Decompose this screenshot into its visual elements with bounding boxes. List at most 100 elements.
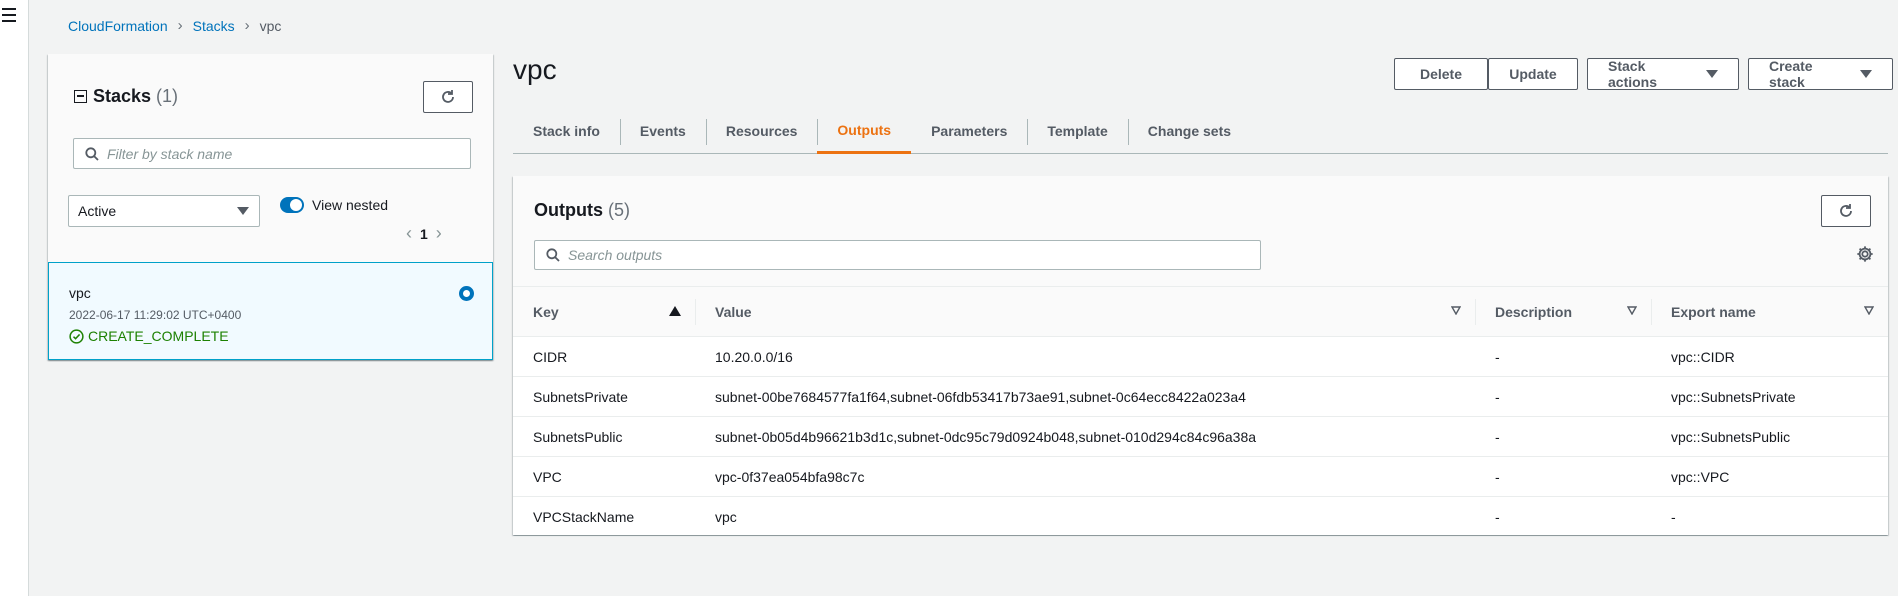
column-header-label: Description bbox=[1495, 303, 1573, 320]
table-row: SubnetsPrivate subnet-00be7684577fa1f64,… bbox=[513, 376, 1888, 417]
cell-description: - bbox=[1475, 456, 1651, 497]
tab-template[interactable]: Template bbox=[1027, 108, 1127, 154]
cell-export-name: vpc::VPC bbox=[1651, 456, 1888, 497]
column-header-label: Key bbox=[533, 303, 559, 320]
stack-list-item[interactable]: vpc 2022-06-17 11:29:02 UTC+0400 CREATE_… bbox=[48, 262, 493, 360]
sort-icon[interactable] bbox=[1627, 306, 1637, 315]
outputs-refresh-button[interactable] bbox=[1821, 195, 1871, 227]
stack-radio-selected[interactable] bbox=[459, 286, 474, 301]
tab-outputs[interactable]: Outputs bbox=[817, 108, 912, 154]
refresh-icon bbox=[1840, 204, 1852, 217]
cell-key: VPCStackName bbox=[513, 496, 695, 537]
cell-key: SubnetsPrivate bbox=[513, 376, 695, 417]
stack-actions-button[interactable]: Stack actions bbox=[1587, 58, 1739, 90]
update-button[interactable]: Update bbox=[1488, 58, 1578, 90]
cell-value: subnet-0b05d4b96621b3d1c,subnet-0dc95c79… bbox=[695, 416, 1475, 457]
side-navigation bbox=[0, 0, 29, 596]
stacks-title: Stacks bbox=[93, 86, 152, 106]
toggle-switch[interactable] bbox=[280, 197, 304, 213]
cell-value: vpc bbox=[695, 496, 1475, 537]
tab-change-sets[interactable]: Change sets bbox=[1127, 108, 1251, 154]
chevron-left-icon[interactable]: ‹ bbox=[406, 223, 412, 244]
page-number[interactable]: 1 bbox=[420, 226, 428, 242]
breadcrumb-cloudformation[interactable]: CloudFormation bbox=[68, 18, 168, 34]
table-row: VPCStackName vpc - - bbox=[513, 496, 1888, 537]
cell-key: CIDR bbox=[513, 336, 695, 377]
delete-button[interactable]: Delete bbox=[1394, 58, 1488, 90]
outputs-title-text: Outputs bbox=[534, 200, 603, 220]
column-header-key[interactable]: Key bbox=[513, 286, 695, 337]
cell-description: - bbox=[1475, 336, 1651, 377]
chevron-right-icon: › bbox=[177, 17, 183, 34]
create-stack-label: Create stack bbox=[1769, 58, 1813, 90]
tab-parameters[interactable]: Parameters bbox=[911, 108, 1027, 154]
outputs-title: Outputs (5) bbox=[534, 200, 630, 221]
breadcrumb-current: vpc bbox=[259, 17, 282, 34]
page-title: vpc bbox=[513, 54, 557, 85]
table-row: CIDR 10.20.0.0/16 - vpc::CIDR bbox=[513, 336, 1888, 377]
outputs-table: Key Value Description Export name CIDR 1… bbox=[513, 286, 1888, 537]
outputs-search-input[interactable] bbox=[568, 247, 1221, 263]
caret-down-icon bbox=[1706, 70, 1718, 78]
sort-icon[interactable] bbox=[1451, 306, 1461, 315]
sort-ascending-icon[interactable] bbox=[669, 306, 681, 316]
column-header-value[interactable]: Value bbox=[695, 286, 1475, 337]
breadcrumb-stacks[interactable]: Stacks bbox=[193, 18, 235, 34]
refresh-icon bbox=[442, 90, 454, 103]
view-nested-toggle[interactable]: View nested bbox=[280, 197, 388, 213]
cell-export-name: vpc::CIDR bbox=[1651, 336, 1888, 377]
stack-filter-input[interactable] bbox=[107, 145, 464, 162]
outputs-panel: Outputs (5) Key Value Description bbox=[513, 176, 1888, 537]
cell-description: - bbox=[1475, 496, 1651, 537]
stacks-header: Stacks (1) bbox=[74, 86, 178, 107]
collapse-icon[interactable] bbox=[74, 90, 87, 103]
cell-value: vpc-0f37ea054bfa98c7c bbox=[695, 456, 1475, 497]
stack-status: CREATE_COMPLETE bbox=[69, 328, 229, 344]
column-header-label: Value bbox=[715, 303, 752, 320]
cell-value: 10.20.0.0/16 bbox=[695, 336, 1475, 377]
column-header-label: Export name bbox=[1671, 303, 1756, 320]
cell-description: - bbox=[1475, 416, 1651, 457]
column-header-description[interactable]: Description bbox=[1475, 286, 1651, 337]
stack-actions-label: Stack actions bbox=[1608, 58, 1658, 90]
cell-value: subnet-00be7684577fa1f64,subnet-06fdb534… bbox=[695, 376, 1475, 417]
menu-icon[interactable] bbox=[2, 8, 16, 22]
stack-name: vpc bbox=[69, 285, 91, 301]
cell-export-name: vpc::SubnetsPublic bbox=[1651, 416, 1888, 457]
tab-resources[interactable]: Resources bbox=[705, 108, 818, 154]
breadcrumb: CloudFormation › Stacks › vpc bbox=[68, 17, 281, 34]
view-nested-label: View nested bbox=[312, 197, 389, 213]
chevron-right-icon[interactable]: › bbox=[436, 223, 442, 244]
table-row: VPC vpc-0f37ea054bfa98c7c - vpc::VPC bbox=[513, 456, 1888, 497]
tab-bar: Stack info Events Resources Outputs Para… bbox=[513, 108, 1888, 154]
outputs-count: (5) bbox=[608, 200, 630, 220]
tab-events[interactable]: Events bbox=[619, 108, 706, 154]
sort-icon[interactable] bbox=[1864, 306, 1874, 315]
tab-stack-info[interactable]: Stack info bbox=[513, 108, 620, 154]
stacks-panel: Stacks (1) Active View nested ‹ 1 › vpc … bbox=[48, 54, 493, 360]
cell-key: SubnetsPublic bbox=[513, 416, 695, 457]
stacks-count: (1) bbox=[156, 86, 179, 106]
status-filter-value: Active bbox=[78, 203, 117, 219]
cell-export-name: - bbox=[1651, 496, 1888, 537]
caret-down-icon bbox=[1860, 70, 1872, 78]
cell-export-name: vpc::SubnetsPrivate bbox=[1651, 376, 1888, 417]
stack-status-text: CREATE_COMPLETE bbox=[88, 328, 229, 344]
column-header-export-name[interactable]: Export name bbox=[1651, 286, 1888, 337]
pagination: ‹ 1 › bbox=[398, 223, 450, 244]
table-row: SubnetsPublic subnet-0b05d4b96621b3d1c,s… bbox=[513, 416, 1888, 457]
gear-icon[interactable] bbox=[1856, 245, 1874, 266]
caret-down-icon bbox=[237, 207, 249, 215]
search-icon bbox=[85, 146, 99, 161]
status-filter-select[interactable]: Active bbox=[68, 195, 260, 227]
outputs-search-wrapper bbox=[534, 240, 1261, 270]
stack-date: 2022-06-17 11:29:02 UTC+0400 bbox=[69, 308, 242, 322]
create-stack-button[interactable]: Create stack bbox=[1748, 58, 1893, 90]
cell-key: VPC bbox=[513, 456, 695, 497]
stacks-refresh-button[interactable] bbox=[423, 81, 473, 113]
search-icon bbox=[546, 248, 560, 262]
cell-description: - bbox=[1475, 376, 1651, 417]
chevron-right-icon: › bbox=[244, 17, 250, 34]
check-circle-icon bbox=[69, 328, 84, 344]
stack-filter-input-wrapper bbox=[73, 138, 471, 169]
